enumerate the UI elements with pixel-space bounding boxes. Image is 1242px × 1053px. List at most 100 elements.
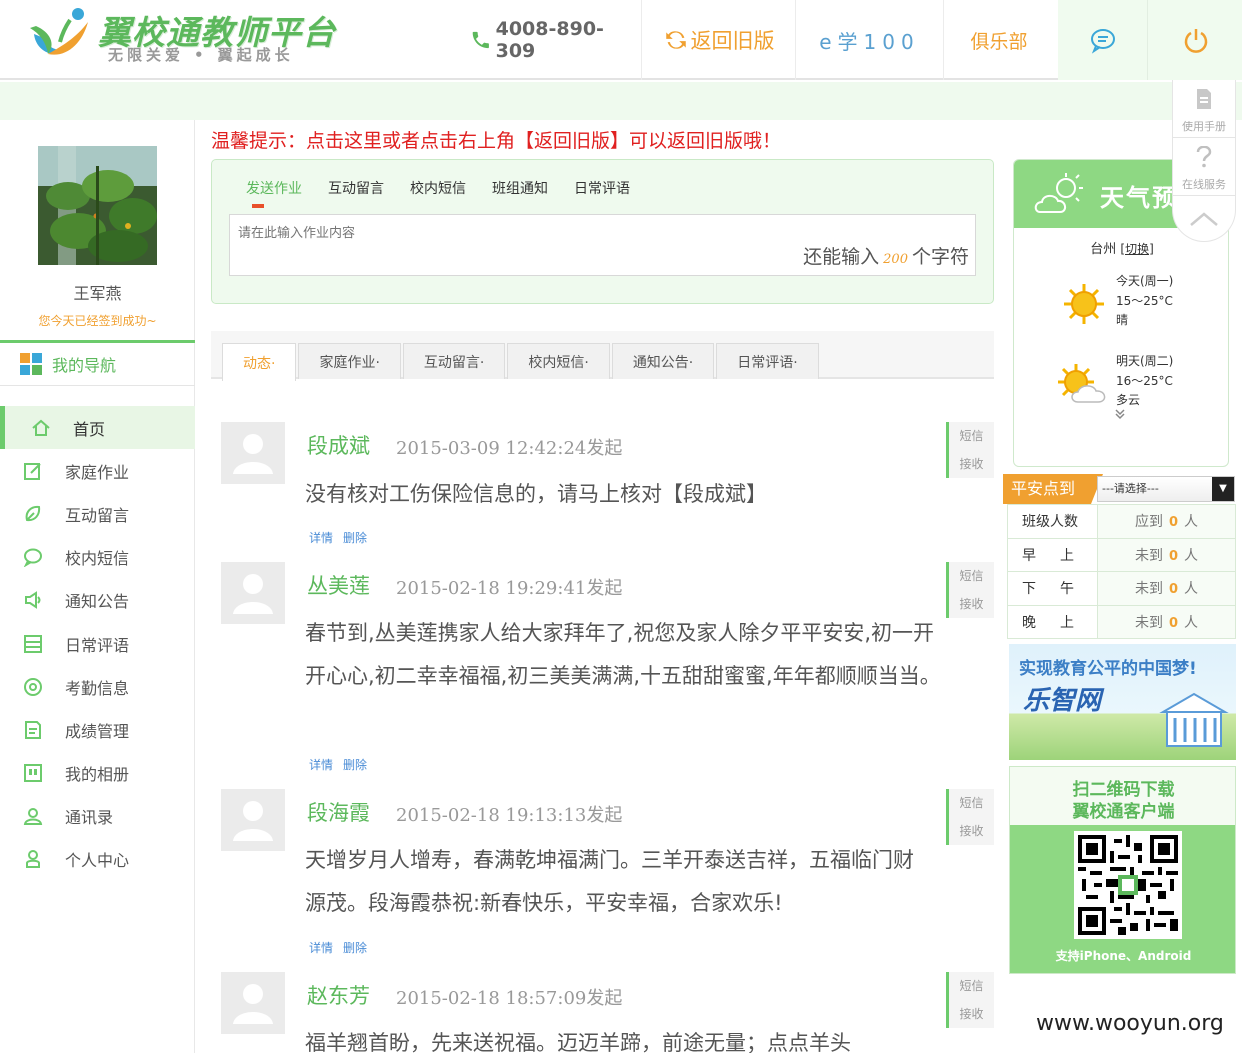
checkin-table: 班级人数 应到 0 人 早上 未到 0 人 下午 未到 0 人 晚上 未到 0 人 — [1007, 504, 1236, 639]
tab-sms[interactable]: 校内短信· — [507, 343, 610, 379]
feed-post: 丛美莲 2015-02-18 19:29:41发起 春节到,丛美莲携家人给大家拜… — [221, 548, 994, 775]
feed-post: 赵东芳 2015-02-18 18:57:09发起 福羊翘首盼，先来送祝福。迈迈… — [221, 958, 994, 1053]
row-status: 未到 — [1134, 547, 1163, 564]
post-author[interactable]: 段成斌 — [307, 430, 370, 460]
weather-tomorrow-text: 明天(周二) 16～25°C 多云 — [1116, 352, 1173, 411]
tab-comments[interactable]: 日常评语· — [716, 343, 819, 379]
tab-class-notice[interactable]: 班组通知 — [492, 178, 548, 198]
weather-expand-icon[interactable] — [1114, 408, 1126, 423]
dropdown-arrow-icon: ▼ — [1212, 477, 1234, 501]
sidebar-item-daily-comments[interactable]: 日常评语 — [0, 622, 195, 665]
club-link[interactable]: 俱乐部 — [944, 0, 1054, 80]
sidebar-item-attendance[interactable]: 考勤信息 — [0, 665, 195, 708]
nav-title: 我的导航 — [52, 356, 117, 375]
online-service-button[interactable]: 在线服务 — [1172, 138, 1236, 196]
character-counter: 还能输入 200 个字符 — [803, 242, 969, 269]
table-row: 班级人数 应到 0 人 — [1007, 504, 1236, 539]
post-sms-button[interactable]: 短信 — [949, 972, 994, 1000]
post-delete-link[interactable]: 删除 — [343, 531, 367, 545]
tab-daily-comment[interactable]: 日常评语 — [574, 178, 630, 198]
default-avatar-icon — [233, 434, 273, 474]
post-detail-link[interactable]: 详情 — [309, 758, 333, 772]
post-avatar[interactable] — [221, 422, 285, 484]
table-row: 早上 未到 0 人 — [1007, 537, 1236, 572]
post-avatar[interactable] — [221, 789, 285, 851]
checkin-header: 平安点到 ---请选择--- ▼ — [1003, 474, 1236, 504]
lezhi-ad-banner[interactable]: 实现教育公平的中国梦! 乐智网 — [1009, 644, 1236, 760]
sidebar-item-notice[interactable]: 通知公告 — [0, 579, 195, 622]
row-count: 0 — [1168, 548, 1179, 564]
document-icon — [1173, 88, 1235, 116]
sidebar-item-homework[interactable]: 家庭作业 — [0, 449, 195, 492]
weather-day: 今天(周一) — [1116, 274, 1174, 288]
report-icon — [22, 719, 44, 741]
tab-homework[interactable]: 家庭作业· — [298, 343, 401, 379]
contacts-icon — [22, 805, 44, 827]
post-receive-button[interactable]: 接收 — [949, 590, 994, 618]
post-detail-link[interactable]: 详情 — [309, 531, 333, 545]
post-author[interactable]: 赵东芳 — [307, 980, 370, 1010]
tab-school-sms[interactable]: 校内短信 — [410, 178, 466, 198]
hotline: 4008-890-309 — [470, 0, 642, 80]
back-to-old-version-link[interactable]: 返回旧版 — [642, 0, 796, 80]
plant-photo-icon — [38, 146, 157, 265]
sidebar-item-home[interactable]: 首页 — [0, 406, 195, 450]
sidebar-item-grades[interactable]: 成绩管理 — [0, 708, 195, 751]
post-receive-button[interactable]: 接收 — [949, 450, 994, 478]
post-detail-link[interactable]: 详情 — [309, 941, 333, 955]
tab-send-homework[interactable]: 发送作业 — [246, 178, 302, 208]
list-icon — [22, 633, 44, 655]
back-to-top-button[interactable] — [1172, 196, 1236, 242]
post-sms-button[interactable]: 短信 — [949, 789, 994, 817]
sidebar-item-label: 个人中心 — [65, 851, 130, 871]
speech-bubble-icon — [22, 546, 44, 568]
checkin-title: 平安点到 — [1003, 474, 1103, 504]
sidebar-item-interactive-message[interactable]: 互动留言 — [0, 492, 195, 535]
tab-notices[interactable]: 通知公告· — [611, 343, 715, 379]
post-delete-link[interactable]: 删除 — [343, 941, 367, 955]
user-name: 王军燕 — [73, 284, 122, 303]
post-side-actions: 短信 接收 — [946, 972, 994, 1028]
post-time: 2015-02-18 19:29:41发起 — [396, 578, 623, 599]
tab-interactive-message[interactable]: 互动留言 — [328, 178, 384, 198]
sidebar-item-label: 通知公告 — [65, 592, 130, 612]
post-sms-button[interactable]: 短信 — [949, 422, 994, 450]
row-value: 未到 0 人 — [1097, 571, 1236, 606]
app-download-qr-banner[interactable]: 扫二维码下载 翼校通客户端 支持iPhone、Android — [1009, 766, 1236, 974]
sidebar-item-personal-center[interactable]: 个人中心 — [0, 838, 195, 881]
post-sms-button[interactable]: 短信 — [949, 562, 994, 590]
user-manual-button[interactable]: 使用手册 — [1172, 80, 1236, 138]
post-delete-link[interactable]: 删除 — [343, 758, 367, 772]
post-receive-button[interactable]: 接收 — [949, 1000, 994, 1028]
table-row: 下午 未到 0 人 — [1007, 571, 1236, 606]
post-content: 福羊翘首盼，先来送祝福。迈迈羊蹄，前途无量；点点羊头 — [305, 1031, 851, 1053]
logout-button[interactable] — [1150, 0, 1242, 80]
post-avatar[interactable] — [221, 972, 285, 1034]
reminder-tip-link[interactable]: 温馨提示：点击这里或者点击右上角【返回旧版】可以返回旧版哦！ — [211, 126, 781, 153]
post-author[interactable]: 段海霞 — [307, 797, 370, 827]
elearn-100-link[interactable]: e学100 — [796, 0, 944, 80]
sun-icon — [1064, 284, 1104, 324]
post-receive-button[interactable]: 接收 — [949, 817, 994, 845]
sidebar-item-label: 考勤信息 — [65, 678, 130, 698]
row-label: 班级人数 — [1007, 504, 1098, 539]
site-logo[interactable]: 翼校通教师平台 无限关爱 • 翼起成长 — [26, 4, 346, 74]
sidebar-item-contacts[interactable]: 通讯录 — [0, 795, 195, 838]
tab-activity[interactable]: 动态· — [222, 343, 297, 381]
messages-button[interactable] — [1058, 0, 1148, 80]
switch-city-link[interactable]: [切换] — [1120, 242, 1153, 256]
weather-desc: 晴 — [1116, 313, 1129, 327]
sidebar-item-label: 校内短信 — [65, 549, 130, 569]
edit-icon — [22, 460, 44, 482]
class-select[interactable]: ---请选择--- ▼ — [1097, 476, 1235, 502]
sidebar-item-album[interactable]: 我的相册 — [0, 752, 195, 795]
user-avatar[interactable] — [38, 146, 157, 265]
row-label: 早上 — [1007, 537, 1098, 572]
compose-tabs: 发送作业 互动留言 校内短信 班组通知 日常评语 — [246, 178, 656, 208]
sidebar-item-school-sms[interactable]: 校内短信 — [0, 536, 195, 579]
post-author[interactable]: 丛美莲 — [307, 570, 370, 600]
row-value: 未到 0 人 — [1097, 537, 1236, 572]
post-avatar[interactable] — [221, 562, 285, 624]
post-side-actions: 短信 接收 — [946, 422, 994, 478]
tab-messages[interactable]: 互动留言· — [402, 343, 506, 379]
